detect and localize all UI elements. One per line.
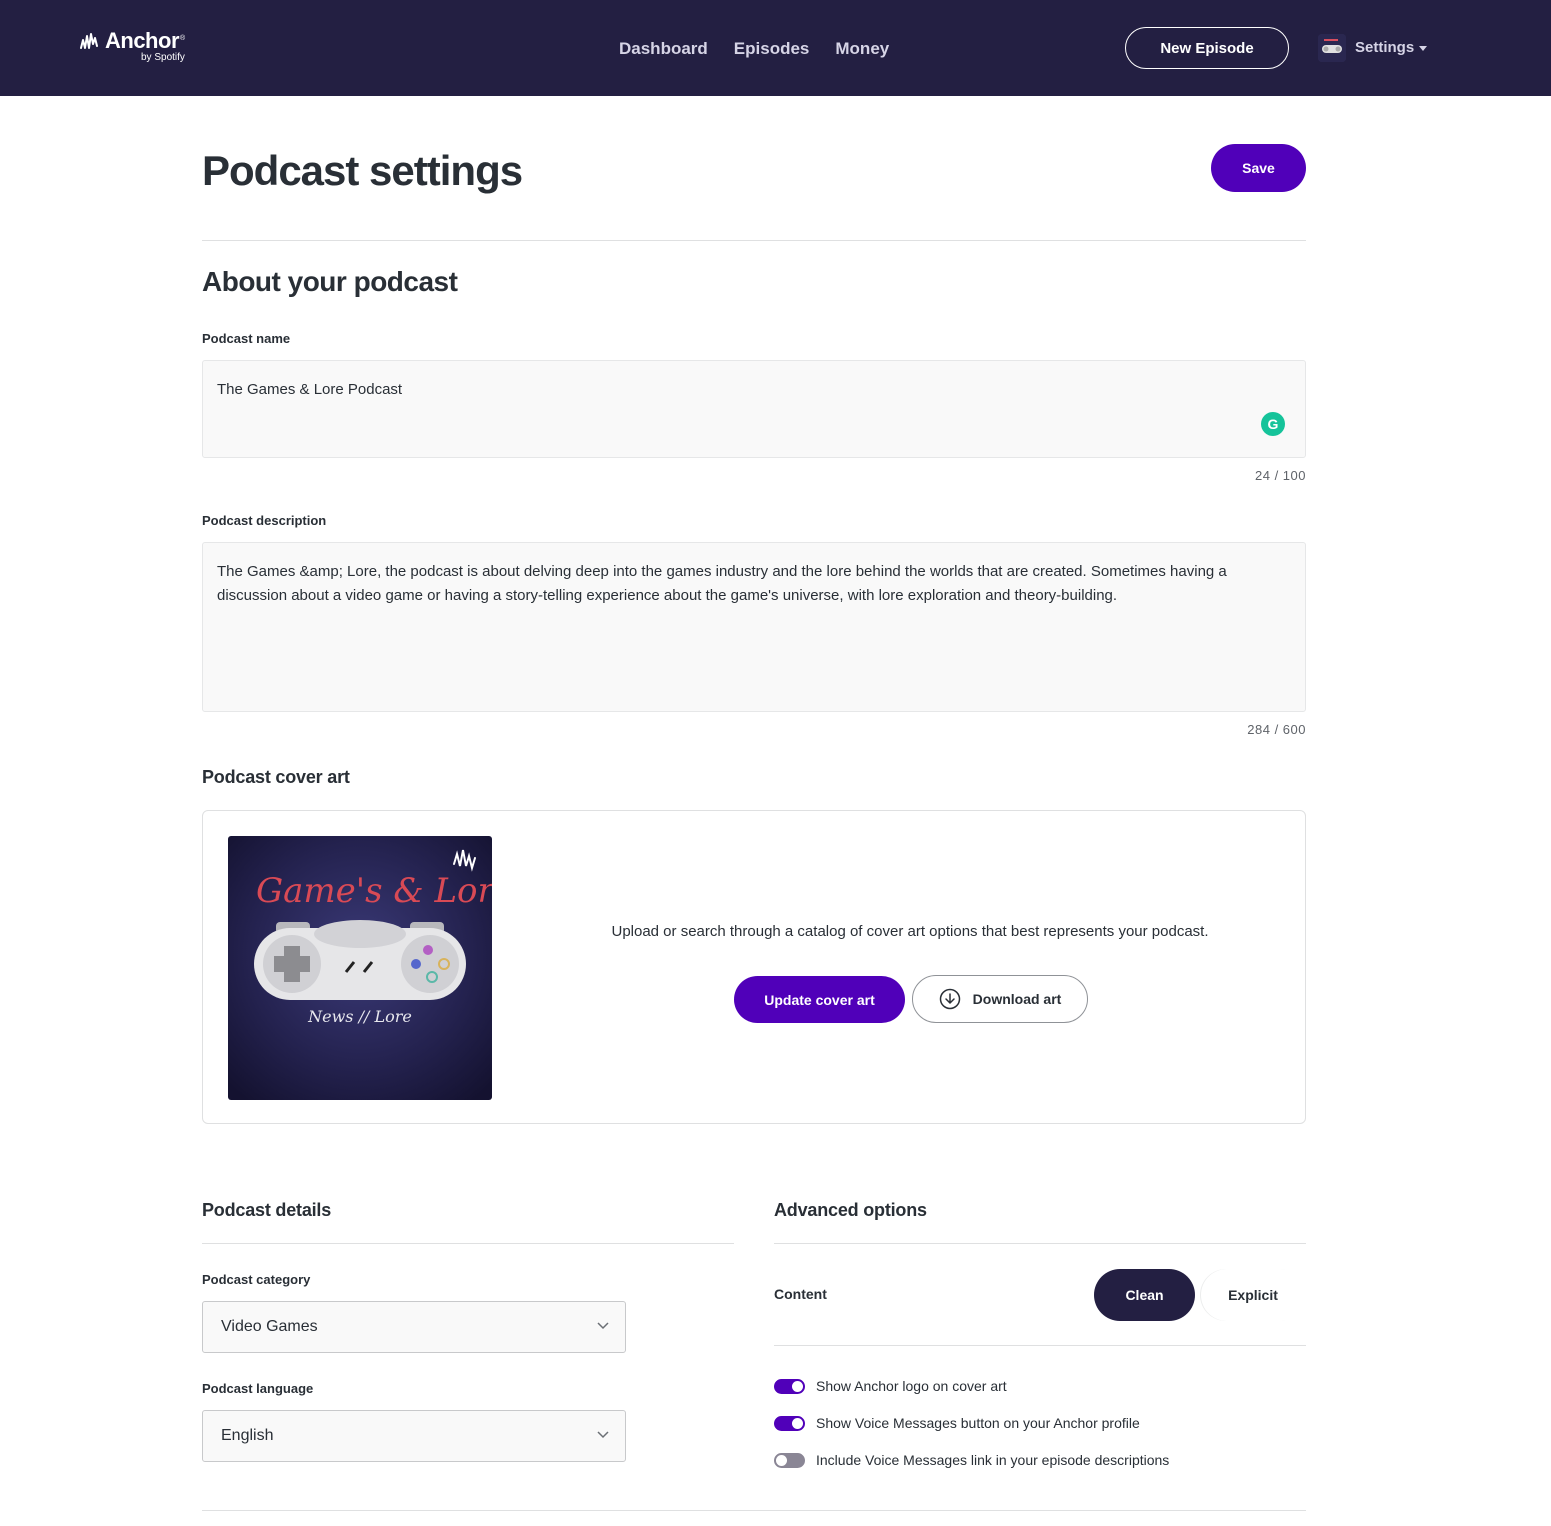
content-explicit-option[interactable]: Explicit — [1200, 1269, 1306, 1321]
settings-dropdown[interactable]: Settings — [1355, 38, 1428, 58]
new-episode-button[interactable]: New Episode — [1125, 27, 1289, 69]
podcast-category-label: Podcast category — [202, 1272, 311, 1287]
main-nav: Dashboard Episodes Money — [619, 38, 915, 60]
anchor-logo-toggle[interactable] — [774, 1378, 805, 1394]
cover-art-title: Game's & Lore — [256, 871, 492, 911]
podcast-description-counter: 284 / 600 — [1247, 722, 1306, 737]
nav-money[interactable]: Money — [835, 38, 889, 60]
bottom-divider — [202, 1510, 1306, 1511]
advanced-divider — [774, 1243, 1306, 1244]
cover-art-image: Game's & Lore News // Lore — [228, 836, 492, 1100]
grammarly-icon[interactable]: G — [1261, 412, 1285, 436]
podcast-language-label: Podcast language — [202, 1381, 314, 1396]
podcast-name-counter: 24 / 100 — [1255, 468, 1306, 483]
update-cover-art-button[interactable]: Update cover art — [734, 976, 905, 1023]
cover-art-subtitle: News // Lore — [307, 1007, 412, 1026]
download-icon — [939, 988, 960, 1010]
download-art-button[interactable]: Download art — [912, 975, 1088, 1023]
anchor-logo-toggle-label: Show Anchor logo on cover art — [816, 1378, 1007, 1394]
cover-art-description: Upload or search through a catalog of co… — [611, 923, 1209, 940]
podcast-language-value: English — [221, 1427, 274, 1444]
voice-messages-button-toggle[interactable] — [774, 1415, 805, 1431]
chevron-down-icon — [597, 1322, 609, 1330]
section-divider — [202, 240, 1306, 241]
save-button[interactable]: Save — [1211, 144, 1306, 192]
content-divider — [774, 1345, 1306, 1346]
caret-down-icon — [1419, 45, 1428, 51]
podcast-details-heading: Podcast details — [202, 1200, 332, 1220]
advanced-options-heading: Advanced options — [774, 1200, 927, 1220]
content-clean-option[interactable]: Clean — [1094, 1269, 1195, 1321]
logo-text: Anchor — [105, 27, 180, 53]
podcast-category-select[interactable]: Video Games — [202, 1301, 626, 1353]
top-navigation-bar: Anchor ® by Spotify Dashboard Episodes Mo… — [0, 0, 1551, 96]
details-divider — [202, 1243, 734, 1244]
download-art-label: Download art — [972, 991, 1062, 1007]
toggle-row-anchor-logo: Show Anchor logo on cover art — [774, 1378, 1007, 1394]
voice-messages-link-toggle[interactable] — [774, 1452, 805, 1468]
nav-episodes[interactable]: Episodes — [734, 38, 810, 60]
podcast-name-input[interactable]: The Games & Lore Podcast — [202, 360, 1306, 458]
nav-dashboard[interactable]: Dashboard — [619, 38, 708, 60]
about-heading: About your podcast — [202, 266, 458, 297]
podcast-category-value: Video Games — [221, 1318, 318, 1335]
voice-messages-button-toggle-label: Show Voice Messages button on your Ancho… — [816, 1415, 1140, 1431]
podcast-description-textarea[interactable]: The Games &amp; Lore, the podcast is abo… — [202, 542, 1306, 712]
podcast-language-select[interactable]: English — [202, 1410, 626, 1462]
podcast-description-label: Podcast description — [202, 513, 327, 528]
cover-art-heading: Podcast cover art — [202, 767, 350, 787]
chevron-down-icon — [597, 1431, 609, 1439]
anchor-waveform-icon — [80, 32, 98, 49]
toggle-row-voice-messages-button: Show Voice Messages button on your Ancho… — [774, 1415, 1140, 1431]
page-title: Podcast settings — [202, 147, 523, 194]
content-rating-label: Content — [774, 1286, 827, 1302]
podcast-avatar[interactable] — [1318, 34, 1346, 62]
toggle-row-voice-messages-link: Include Voice Messages link in your epis… — [774, 1452, 1169, 1468]
logo-subtitle: by Spotify — [141, 52, 185, 63]
anchor-logo[interactable]: Anchor ® by Spotify — [80, 27, 185, 63]
podcast-name-label: Podcast name — [202, 331, 291, 346]
settings-label: Settings — [1355, 39, 1415, 56]
voice-messages-link-toggle-label: Include Voice Messages link in your epis… — [816, 1452, 1170, 1468]
